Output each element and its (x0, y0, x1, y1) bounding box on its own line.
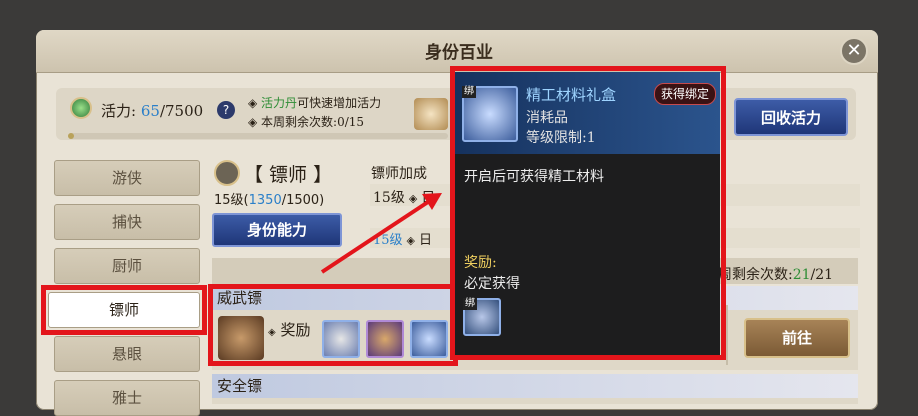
divider (726, 305, 728, 365)
highlight-box-sidebar (41, 285, 207, 335)
role-ability-button[interactable]: 身份能力 (212, 213, 342, 247)
vitality-max: /7500 (159, 102, 204, 120)
bonus-row-2-level: 15级 (373, 233, 403, 248)
info-line-2: ◈ 本周剩余次数:0/15 (248, 115, 365, 129)
vitality-current: 65 (140, 102, 160, 120)
vitality-readout: 活力: 65/7500 (101, 100, 203, 121)
role-title: 【 镖师 】 (244, 164, 333, 186)
vitality-pill-icon[interactable] (414, 98, 448, 130)
role-xp: 1350 (248, 193, 282, 208)
vitality-progress-bar (68, 133, 448, 139)
bonus-row-1-text: 日 (421, 190, 436, 206)
weekly-remaining: 周剩余次数:21/21 (718, 264, 833, 284)
bonus-row-1-level: 15级 (373, 190, 405, 206)
vitality-progress-fill (68, 133, 74, 139)
go-button[interactable]: 前往 (744, 318, 850, 358)
highlight-box-tooltip (450, 66, 726, 360)
info-bullet: ◈ (248, 96, 262, 110)
window-title: 身份百业 (425, 43, 493, 63)
bonus-row-1: 15级 ◈ 日 (373, 187, 435, 207)
weekly-remaining-label: 周剩余次数: (718, 267, 793, 283)
diamond-icon: ◈ (406, 234, 416, 247)
diamond-icon: ◈ (408, 192, 418, 205)
role-level: 15级(1350/1500) (214, 189, 324, 208)
mission-name: 安全镖 (212, 374, 858, 398)
recycle-vitality-button[interactable]: 回收活力 (734, 98, 848, 136)
sidebar-item-youxia[interactable]: 游侠 (54, 160, 200, 196)
sidebar-item-chushi[interactable]: 厨师 (54, 248, 200, 284)
sidebar-item-yashi[interactable]: 雅士 (54, 380, 200, 416)
close-button[interactable]: ✕ (840, 37, 868, 65)
bonus-row-2-text: 日 (419, 233, 433, 248)
vitality-label: 活力: (101, 102, 137, 120)
sidebar-item-bukuai[interactable]: 捕快 (54, 204, 200, 240)
vitality-pill-link[interactable]: 活力丹 (261, 96, 297, 110)
vitality-icon (70, 97, 92, 119)
info-text: 可快速增加活力 (297, 96, 382, 110)
role-icon (214, 160, 240, 186)
close-icon: ✕ (846, 40, 862, 61)
weekly-remaining-value: 21 (792, 267, 811, 283)
highlight-box-mission (208, 284, 458, 366)
bonus-row-2: 15级 ◈ 日 (373, 229, 432, 248)
help-icon[interactable]: ? (217, 101, 235, 119)
role-xp-max: /1500) (281, 193, 325, 208)
info-line-1: ◈ 活力丹可快速增加活力 (248, 94, 381, 111)
sidebar-item-xuanyan[interactable]: 悬眼 (54, 336, 200, 372)
weekly-remaining-max: /21 (810, 267, 834, 283)
bonus-title: 镖师加成 (371, 166, 427, 182)
role-level-prefix: 15级( (214, 193, 249, 208)
